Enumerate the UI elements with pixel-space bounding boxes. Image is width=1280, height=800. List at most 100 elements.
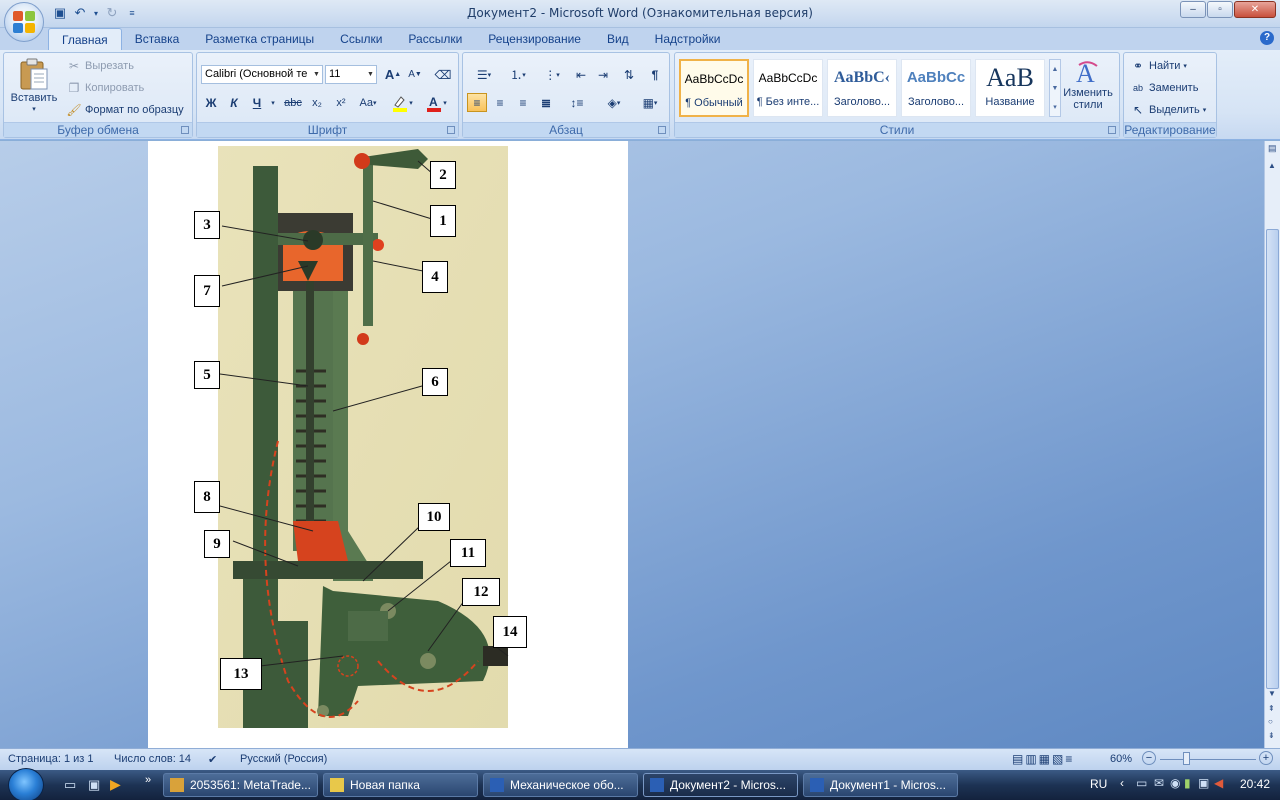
start-button[interactable]	[8, 768, 44, 800]
tab-view[interactable]: Вид	[594, 28, 642, 50]
numbering-button[interactable]: ⒈ ▾	[503, 65, 533, 84]
styles-scroll[interactable]: ▲ ▼ ▾	[1049, 59, 1061, 117]
select-button[interactable]: ↖ Выделить ▾	[1130, 102, 1206, 118]
word-count-status[interactable]: Число слов: 14	[114, 753, 191, 765]
find-button[interactable]: ⚭ Найти ▾	[1130, 58, 1187, 74]
underline-button[interactable]: Ч	[247, 93, 267, 112]
zoom-slider-thumb[interactable]	[1183, 752, 1190, 765]
style-title[interactable]: AaB Название	[975, 59, 1045, 117]
browse-object-icon[interactable]: ○	[1268, 717, 1273, 726]
scroll-up-icon[interactable]: ▲	[1268, 161, 1276, 170]
show-desktop-icon[interactable]: ▭	[64, 777, 76, 793]
maximize-button[interactable]: ▫	[1207, 1, 1233, 18]
security-icon[interactable]: ▮	[1184, 776, 1191, 790]
show-formatting-button[interactable]: ¶	[645, 65, 665, 84]
align-left-button[interactable]: ≡	[467, 93, 487, 112]
quicklaunch-more-icon[interactable]: »	[145, 774, 151, 786]
zoom-in-icon[interactable]: +	[1259, 751, 1273, 765]
cut-button[interactable]: ✂ Вырезать	[66, 58, 134, 74]
highlight-button[interactable]: ▾	[389, 93, 415, 112]
multilevel-list-button[interactable]: ⋮ ▾	[537, 65, 567, 84]
change-case-button[interactable]: Aa ▾	[355, 93, 381, 112]
clipboard-launcher-icon[interactable]	[181, 126, 189, 134]
taskbar-item-mechanical[interactable]: Механическое обо...	[483, 773, 638, 797]
replace-button[interactable]: ab Заменить	[1130, 80, 1198, 96]
paste-button[interactable]: Вставить ▾	[8, 57, 60, 113]
underline-dropdown-icon[interactable]: ▾	[267, 93, 279, 112]
zoom-slider-track[interactable]	[1160, 759, 1256, 760]
tab-references[interactable]: Ссылки	[327, 28, 395, 50]
proofing-icon[interactable]: ✔	[208, 753, 217, 766]
scroll-thumb[interactable]	[1266, 229, 1279, 689]
taskbar-item-document2[interactable]: Документ2 - Micros...	[643, 773, 798, 797]
styles-launcher-icon[interactable]	[1108, 126, 1116, 134]
network-icon[interactable]: ▭	[1136, 776, 1147, 790]
align-right-button[interactable]: ≡	[513, 93, 533, 112]
increase-indent-button[interactable]: ⇥	[593, 65, 613, 84]
strikethrough-button[interactable]: abc	[283, 93, 303, 112]
clear-formatting-button[interactable]: ⌫	[433, 65, 453, 84]
taskbar-item-metatrader[interactable]: 2053561: MetaTrade...	[163, 773, 318, 797]
tray-expand-icon[interactable]: ‹	[1120, 776, 1124, 790]
previous-page-icon[interactable]: ⇞	[1268, 704, 1275, 713]
zoom-out-icon[interactable]: −	[1142, 751, 1156, 765]
tab-home[interactable]: Главная	[48, 28, 122, 50]
font-size-dropdown-icon[interactable]: ▼	[365, 66, 376, 83]
office-button[interactable]	[4, 2, 44, 42]
tab-addins[interactable]: Надстройки	[642, 28, 734, 50]
tab-review[interactable]: Рецензирование	[475, 28, 594, 50]
tab-insert[interactable]: Вставка	[122, 28, 193, 50]
next-page-icon[interactable]: ⇟	[1268, 731, 1275, 740]
shading-button[interactable]: ◈ ▾	[599, 93, 629, 112]
taskbar-item-new-folder[interactable]: Новая папка	[323, 773, 478, 797]
subscript-button[interactable]: x₂	[307, 93, 327, 112]
italic-button[interactable]: К	[224, 93, 244, 112]
format-painter-button[interactable]: 🖌 Формат по образцу	[66, 102, 183, 118]
grow-font-button[interactable]: A ▲	[383, 65, 403, 84]
copy-button[interactable]: ❐ Копировать	[66, 80, 145, 96]
font-size-combo[interactable]: 11 ▼	[325, 65, 377, 84]
paragraph-launcher-icon[interactable]	[658, 126, 666, 134]
language-indicator[interactable]: RU	[1090, 777, 1107, 791]
scroll-down-icon[interactable]: ▼	[1268, 689, 1276, 698]
decrease-indent-button[interactable]: ⇤	[571, 65, 591, 84]
tab-mailings[interactable]: Рассылки	[395, 28, 475, 50]
zoom-level[interactable]: 60%	[1110, 753, 1132, 765]
tab-page-layout[interactable]: Разметка страницы	[192, 28, 327, 50]
sort-button[interactable]: ⇅	[619, 65, 639, 84]
shrink-font-button[interactable]: A ▼	[405, 65, 425, 84]
style-no-spacing[interactable]: AaBbCcDc ¶ Без инте...	[753, 59, 823, 117]
change-styles-button[interactable]: A Изменить стили	[1063, 57, 1113, 111]
media-player-icon[interactable]: ▶	[110, 776, 121, 793]
style-heading-1[interactable]: AaBbC‹ Заголово...	[827, 59, 897, 117]
borders-button[interactable]: ▦ ▾	[635, 93, 665, 112]
document-page[interactable]: 2 1 3 4 7 5 6 8 9 10 11 12 14 13	[148, 141, 628, 748]
antivirus-icon[interactable]: ▣	[1198, 776, 1209, 790]
bullets-button[interactable]: ☰ ▾	[469, 65, 499, 84]
font-name-dropdown-icon[interactable]: ▼	[311, 66, 322, 83]
skype-icon[interactable]: ✉	[1154, 776, 1164, 790]
vertical-scrollbar[interactable]: ▤ ▲ ▼ ⇞ ○ ⇟	[1264, 141, 1280, 748]
volume-icon[interactable]: ◀	[1214, 776, 1223, 790]
taskbar-item-document1[interactable]: Документ1 - Micros...	[803, 773, 958, 797]
align-center-button[interactable]: ≡	[490, 93, 510, 112]
font-name-combo[interactable]: Calibri (Основной те ▼	[201, 65, 323, 84]
justify-button[interactable]: ≣	[536, 93, 556, 112]
help-icon[interactable]: ?	[1260, 31, 1274, 45]
language-status[interactable]: Русский (Россия)	[240, 753, 327, 765]
clock[interactable]: 20:42	[1240, 777, 1270, 791]
minimize-button[interactable]: –	[1180, 1, 1206, 18]
update-icon[interactable]: ◉	[1170, 776, 1180, 790]
style-heading-2[interactable]: AaBbCc Заголово...	[901, 59, 971, 117]
font-color-button[interactable]: A ▾	[421, 93, 451, 112]
page-count-status[interactable]: Страница: 1 из 1	[8, 753, 94, 765]
line-spacing-button[interactable]: ↕≡	[563, 93, 591, 112]
style-normal[interactable]: AaBbCcDc ¶ Обычный	[679, 59, 749, 117]
close-button[interactable]: ✕	[1234, 1, 1276, 18]
bold-button[interactable]: Ж	[201, 93, 221, 112]
ruler-toggle-icon[interactable]: ▤	[1268, 143, 1277, 154]
switch-windows-icon[interactable]: ▣	[88, 777, 100, 793]
font-launcher-icon[interactable]	[447, 126, 455, 134]
view-buttons[interactable]: ▤▥▦▧≡	[1012, 752, 1074, 766]
superscript-button[interactable]: x²	[331, 93, 351, 112]
